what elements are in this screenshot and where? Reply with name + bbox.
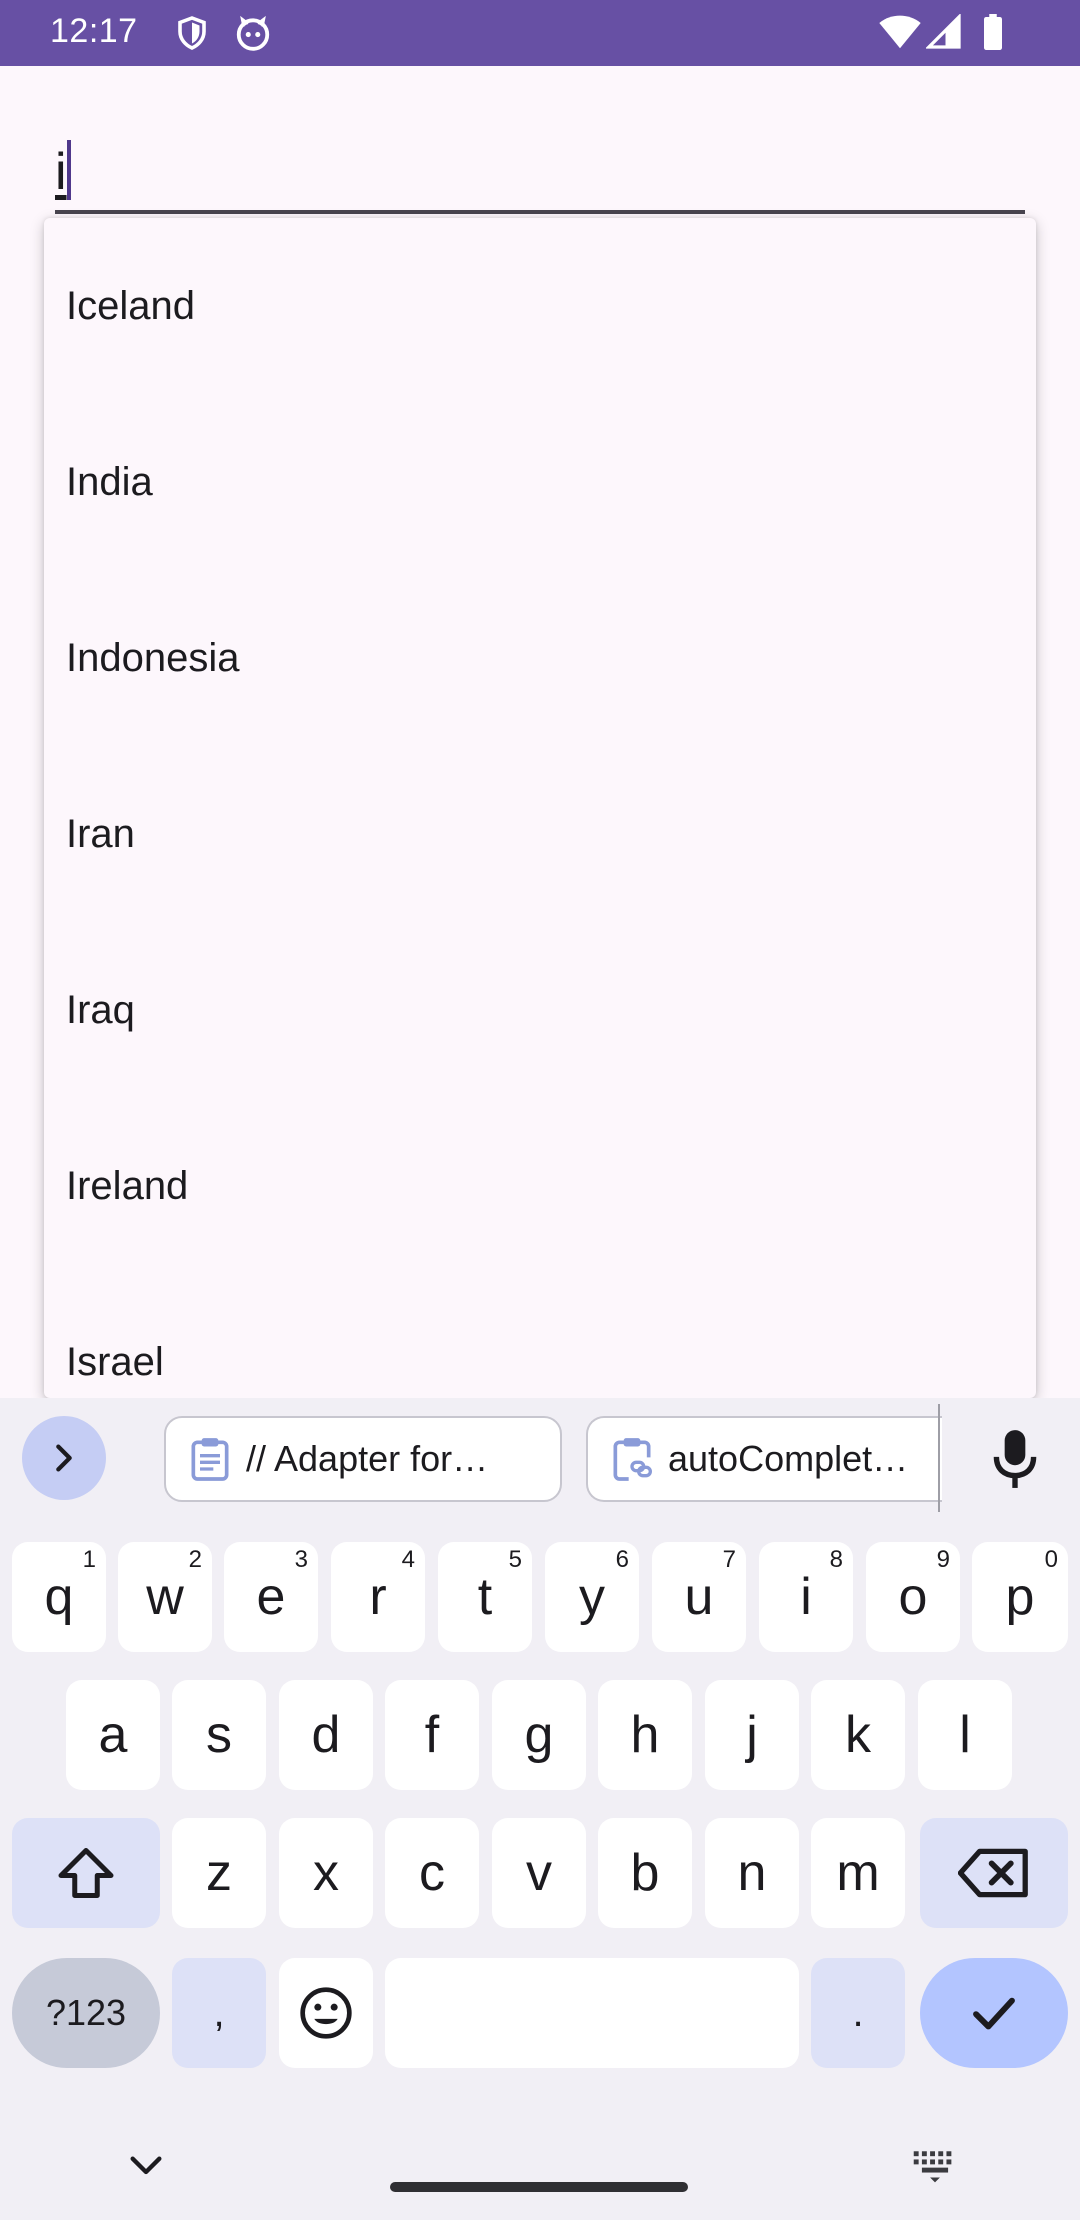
key-w[interactable]: w2	[118, 1542, 212, 1652]
key-hint: 6	[615, 1546, 629, 1573]
emoji-icon	[300, 1987, 352, 2039]
key-hint: 1	[82, 1546, 96, 1573]
key-label: u	[684, 1568, 714, 1626]
key-label: o	[898, 1568, 928, 1626]
key-i[interactable]: i8	[759, 1542, 853, 1652]
input-underline	[55, 210, 1025, 214]
key-label: p	[1005, 1568, 1035, 1626]
status-time: 12:17	[50, 12, 138, 50]
key-label: q	[44, 1568, 74, 1626]
key-hint: 8	[829, 1546, 843, 1573]
clipboard-chip-label: // Adapter for…	[246, 1438, 489, 1479]
home-indicator[interactable]	[390, 2182, 688, 2192]
country-search-input[interactable]: i	[55, 128, 1025, 214]
key-hint: 0	[1044, 1546, 1058, 1573]
key-n[interactable]: n	[705, 1818, 799, 1928]
suggestion-item[interactable]: Iceland	[44, 218, 1036, 394]
comma-key[interactable]: ,	[172, 1958, 266, 2068]
key-z[interactable]: z	[172, 1818, 266, 1928]
key-a[interactable]: a	[66, 1680, 160, 1790]
key-t[interactable]: t5	[438, 1542, 532, 1652]
suggestion-item[interactable]: Israel	[44, 1274, 1036, 1398]
key-y[interactable]: y6	[545, 1542, 639, 1652]
key-m[interactable]: m	[811, 1818, 905, 1928]
key-x[interactable]: x	[279, 1818, 373, 1928]
clipboard-chip-label: autoComplet…	[668, 1438, 909, 1479]
key-g[interactable]: g	[492, 1680, 586, 1790]
chevron-right-icon	[56, 1444, 72, 1472]
clipboard-chip[interactable]: // Adapter for…	[164, 1416, 562, 1502]
backspace-key[interactable]	[920, 1818, 1068, 1928]
key-d[interactable]: d	[279, 1680, 373, 1790]
key-r[interactable]: r4	[331, 1542, 425, 1652]
symbols-key[interactable]: ?123	[12, 1958, 160, 2068]
toolbar-divider	[938, 1404, 940, 1512]
key-label: e	[256, 1568, 286, 1626]
space-key[interactable]	[385, 1958, 799, 2068]
soft-keyboard: // Adapter for… autoComplet… q1 w2 e3 r4…	[0, 1398, 1080, 2220]
key-s[interactable]: s	[172, 1680, 266, 1790]
status-bar: 12:17	[0, 0, 1080, 66]
autocomplete-dropdown: Iceland India Indonesia Iran Iraq Irelan…	[44, 218, 1036, 1398]
key-label: r	[369, 1568, 387, 1626]
key-label: t	[477, 1568, 493, 1626]
microphone-icon[interactable]	[990, 1428, 1040, 1490]
keyboard-toolbar: // Adapter for… autoComplet…	[0, 1398, 1080, 1518]
key-l[interactable]: l	[918, 1680, 1012, 1790]
cat-icon	[236, 15, 270, 51]
checkmark-icon	[973, 1997, 1015, 2030]
shift-key[interactable]	[12, 1818, 160, 1928]
signal-icon	[926, 14, 961, 49]
keyboard-nav-bar	[0, 2118, 1080, 2220]
enter-key[interactable]	[920, 1958, 1068, 2068]
key-f[interactable]: f	[385, 1680, 479, 1790]
emoji-key[interactable]	[279, 1958, 373, 2068]
key-e[interactable]: e3	[224, 1542, 318, 1652]
clipboard-chip[interactable]: autoComplet…	[586, 1416, 942, 1502]
expand-toolbar-button[interactable]	[22, 1416, 106, 1500]
backspace-icon	[958, 1848, 1028, 1898]
shift-icon	[58, 1848, 114, 1898]
key-h[interactable]: h	[598, 1680, 692, 1790]
clipboard-icon	[191, 1438, 229, 1481]
period-key[interactable]: .	[811, 1958, 905, 2068]
text-cursor	[67, 140, 71, 200]
key-o[interactable]: o9	[866, 1542, 960, 1652]
chevron-down-icon[interactable]	[126, 2152, 166, 2182]
battery-icon	[984, 14, 1002, 50]
key-hint: 9	[936, 1546, 950, 1573]
key-hint: 7	[722, 1546, 736, 1573]
key-q[interactable]: q1	[12, 1542, 106, 1652]
key-p[interactable]: p0	[972, 1542, 1068, 1652]
key-hint: 2	[188, 1546, 202, 1573]
key-hint: 5	[508, 1546, 522, 1573]
key-label: i	[800, 1568, 812, 1626]
suggestion-item[interactable]: Ireland	[44, 1098, 1036, 1274]
key-label: y	[579, 1568, 605, 1626]
suggestion-item[interactable]: India	[44, 394, 1036, 570]
key-j[interactable]: j	[705, 1680, 799, 1790]
clipboard-link-icon	[613, 1438, 652, 1481]
shield-icon	[178, 16, 206, 50]
key-v[interactable]: v	[492, 1818, 586, 1928]
input-value: i	[55, 143, 67, 201]
suggestion-item[interactable]: Indonesia	[44, 570, 1036, 746]
key-hint: 3	[294, 1546, 308, 1573]
keyboard-switch-icon[interactable]	[912, 2148, 958, 2184]
key-u[interactable]: u7	[652, 1542, 746, 1652]
key-c[interactable]: c	[385, 1818, 479, 1928]
suggestion-item[interactable]: Iran	[44, 746, 1036, 922]
key-b[interactable]: b	[598, 1818, 692, 1928]
suggestion-item[interactable]: Iraq	[44, 922, 1036, 1098]
key-hint: 4	[401, 1546, 415, 1573]
key-label: w	[146, 1568, 184, 1626]
wifi-icon	[879, 15, 921, 49]
key-k[interactable]: k	[811, 1680, 905, 1790]
